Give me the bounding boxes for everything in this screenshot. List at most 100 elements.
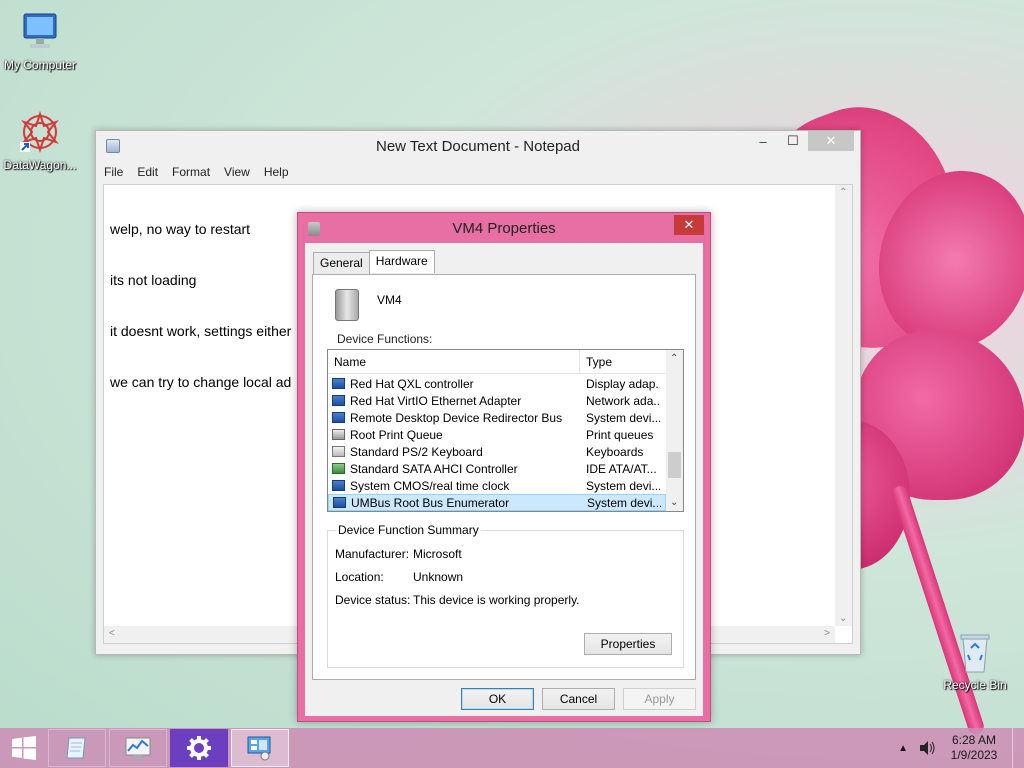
close-button[interactable]: ✕ bbox=[674, 215, 704, 235]
scroll-right-icon[interactable]: > bbox=[824, 628, 830, 639]
menu-file[interactable]: File bbox=[104, 165, 123, 179]
device-functions-label: Device Functions: bbox=[337, 332, 433, 346]
hardware-panel: VM4 Device Functions: Name Type Red Hat … bbox=[312, 274, 696, 680]
cancel-button[interactable]: Cancel bbox=[542, 688, 615, 710]
clock-date: 1/9/2023 bbox=[950, 748, 998, 762]
list-item[interactable]: Red Hat QXL controller Display adap... bbox=[328, 375, 666, 392]
device-function-summary: Device Function Summary Manufacturer: Mic… bbox=[327, 523, 684, 668]
device-name: VM4 bbox=[377, 293, 402, 307]
clock[interactable]: 6:28 AM 1/9/2023 bbox=[944, 733, 1004, 763]
scroll-thumb[interactable] bbox=[668, 452, 681, 478]
wallpaper-stem bbox=[890, 483, 986, 737]
scroll-left-icon[interactable]: < bbox=[109, 628, 115, 639]
desktop-icon-label: Recycle Bin bbox=[943, 678, 1007, 692]
taskbar-device-properties[interactable] bbox=[231, 729, 289, 767]
row-name: UMBus Root Bus Enumerator bbox=[351, 495, 510, 510]
menu-edit[interactable]: Edit bbox=[137, 165, 158, 179]
device-functions-list[interactable]: Name Type Red Hat QXL controller Display … bbox=[327, 349, 684, 512]
scroll-down-icon[interactable]: ⌄ bbox=[839, 613, 847, 624]
ok-button[interactable]: OK bbox=[461, 688, 534, 710]
manufacturer-label: Manufacturer: bbox=[335, 547, 410, 561]
close-button[interactable]: ✕ bbox=[808, 131, 854, 151]
clock-time: 6:28 AM bbox=[951, 733, 997, 747]
start-button[interactable] bbox=[0, 728, 48, 768]
system-tray: ▲ 6:28 AM 1/9/2023 bbox=[898, 728, 1024, 768]
monitor-chart-icon bbox=[125, 737, 151, 759]
scroll-up-icon[interactable]: ⌃ bbox=[670, 353, 678, 364]
taskbar: ▲ 6:28 AM 1/9/2023 bbox=[0, 728, 1024, 768]
desktop-icon-datawagon[interactable]: DataWagon... bbox=[0, 110, 80, 172]
desktop-icon-label: My Computer bbox=[3, 58, 77, 72]
volume-icon[interactable] bbox=[918, 740, 936, 756]
notepad-icon bbox=[66, 737, 86, 759]
column-header-name[interactable]: Name bbox=[328, 350, 580, 373]
network-adapter-icon bbox=[332, 395, 345, 406]
list-item[interactable]: Standard PS/2 Keyboard Keyboards bbox=[328, 443, 666, 460]
drive-icon bbox=[308, 222, 320, 236]
desktop-icon-recycle-bin[interactable]: Recycle Bin bbox=[935, 630, 1015, 692]
row-type: Keyboards bbox=[586, 444, 644, 459]
windows-logo-icon bbox=[12, 736, 36, 760]
recycle-bin-icon bbox=[953, 630, 997, 674]
list-item[interactable]: Red Hat VirtIO Ethernet Adapter Network a… bbox=[328, 392, 666, 409]
menu-view[interactable]: View bbox=[224, 165, 250, 179]
system-device-icon bbox=[332, 412, 345, 423]
display-adapter-icon bbox=[332, 378, 345, 389]
row-name: Standard PS/2 Keyboard bbox=[350, 444, 483, 459]
system-device-icon bbox=[333, 497, 346, 508]
taskbar-settings[interactable] bbox=[170, 729, 228, 767]
taskbar-notepad[interactable] bbox=[48, 729, 106, 767]
tab-general[interactable]: General bbox=[313, 252, 370, 275]
menu-help[interactable]: Help bbox=[264, 165, 289, 179]
menu-format[interactable]: Format bbox=[172, 165, 210, 179]
datawagon-logo-icon bbox=[18, 110, 62, 154]
row-type: Display adap... bbox=[586, 376, 660, 391]
notepad-title: New Text Document - Notepad bbox=[376, 137, 580, 155]
list-scrollbar[interactable]: ⌃ ⌄ bbox=[666, 350, 683, 511]
apply-button[interactable]: Apply bbox=[623, 688, 696, 710]
notepad-titlebar[interactable]: New Text Document - Notepad – ☐ ✕ bbox=[96, 131, 860, 161]
location-value: Unknown bbox=[413, 570, 464, 584]
status-label: Device status: bbox=[335, 593, 411, 607]
desktop-icon-label: DataWagon... bbox=[3, 158, 77, 172]
tab-bar: General Hardware bbox=[313, 250, 435, 275]
row-name: Standard SATA AHCI Controller bbox=[350, 461, 518, 476]
status-value: This device is working properly. bbox=[413, 593, 580, 607]
properties-dialog[interactable]: VM4 Properties ✕ General Hardware VM4 De… bbox=[297, 212, 711, 722]
minimize-button[interactable]: – bbox=[748, 131, 778, 151]
show-hidden-icons[interactable]: ▲ bbox=[898, 743, 908, 754]
list-header: Name Type bbox=[328, 350, 683, 374]
list-item[interactable]: Root Print Queue Print queues bbox=[328, 426, 666, 443]
row-name: System CMOS/real time clock bbox=[350, 478, 510, 493]
scroll-down-icon[interactable]: ⌄ bbox=[670, 497, 678, 508]
keyboard-icon bbox=[332, 446, 345, 457]
column-header-type[interactable]: Type bbox=[580, 350, 618, 373]
summary-legend: Device Function Summary bbox=[336, 523, 481, 537]
row-type: Network ada... bbox=[586, 393, 660, 408]
notepad-menubar: File Edit Format View Help bbox=[96, 161, 860, 183]
printer-icon bbox=[332, 429, 345, 440]
gear-icon bbox=[187, 736, 211, 760]
location-label: Location: bbox=[335, 570, 384, 584]
show-desktop-button[interactable] bbox=[1012, 728, 1024, 768]
row-name: Red Hat QXL controller bbox=[350, 376, 474, 391]
list-item[interactable]: Standard SATA AHCI Controller IDE ATA/AT.… bbox=[328, 460, 666, 477]
row-type: System devi... bbox=[586, 410, 660, 425]
maximize-button[interactable]: ☐ bbox=[778, 131, 808, 151]
list-item-selected[interactable]: UMBus Root Bus Enumerator System devi... bbox=[328, 494, 666, 511]
list-item[interactable]: Remote Desktop Device Redirector Bus Syst… bbox=[328, 409, 666, 426]
row-name: Root Print Queue bbox=[350, 427, 443, 442]
desktop-icon-my-computer[interactable]: My Computer bbox=[0, 10, 80, 72]
row-name: Red Hat VirtIO Ethernet Adapter bbox=[350, 393, 522, 408]
scroll-up-icon[interactable]: ⌃ bbox=[839, 187, 847, 198]
dialog-body: General Hardware VM4 Device Functions: N… bbox=[305, 243, 703, 716]
list-item[interactable]: System CMOS/real time clock System devi..… bbox=[328, 477, 666, 494]
controller-icon bbox=[332, 463, 345, 474]
taskbar-resource-monitor[interactable] bbox=[109, 729, 167, 767]
computer-icon bbox=[18, 10, 62, 54]
properties-button[interactable]: Properties bbox=[584, 633, 672, 655]
vertical-scrollbar[interactable]: ⌃ ⌄ bbox=[835, 185, 852, 626]
dialog-titlebar[interactable]: VM4 Properties ✕ bbox=[298, 213, 710, 243]
tab-hardware[interactable]: Hardware bbox=[368, 250, 435, 273]
devices-icon bbox=[247, 736, 271, 761]
